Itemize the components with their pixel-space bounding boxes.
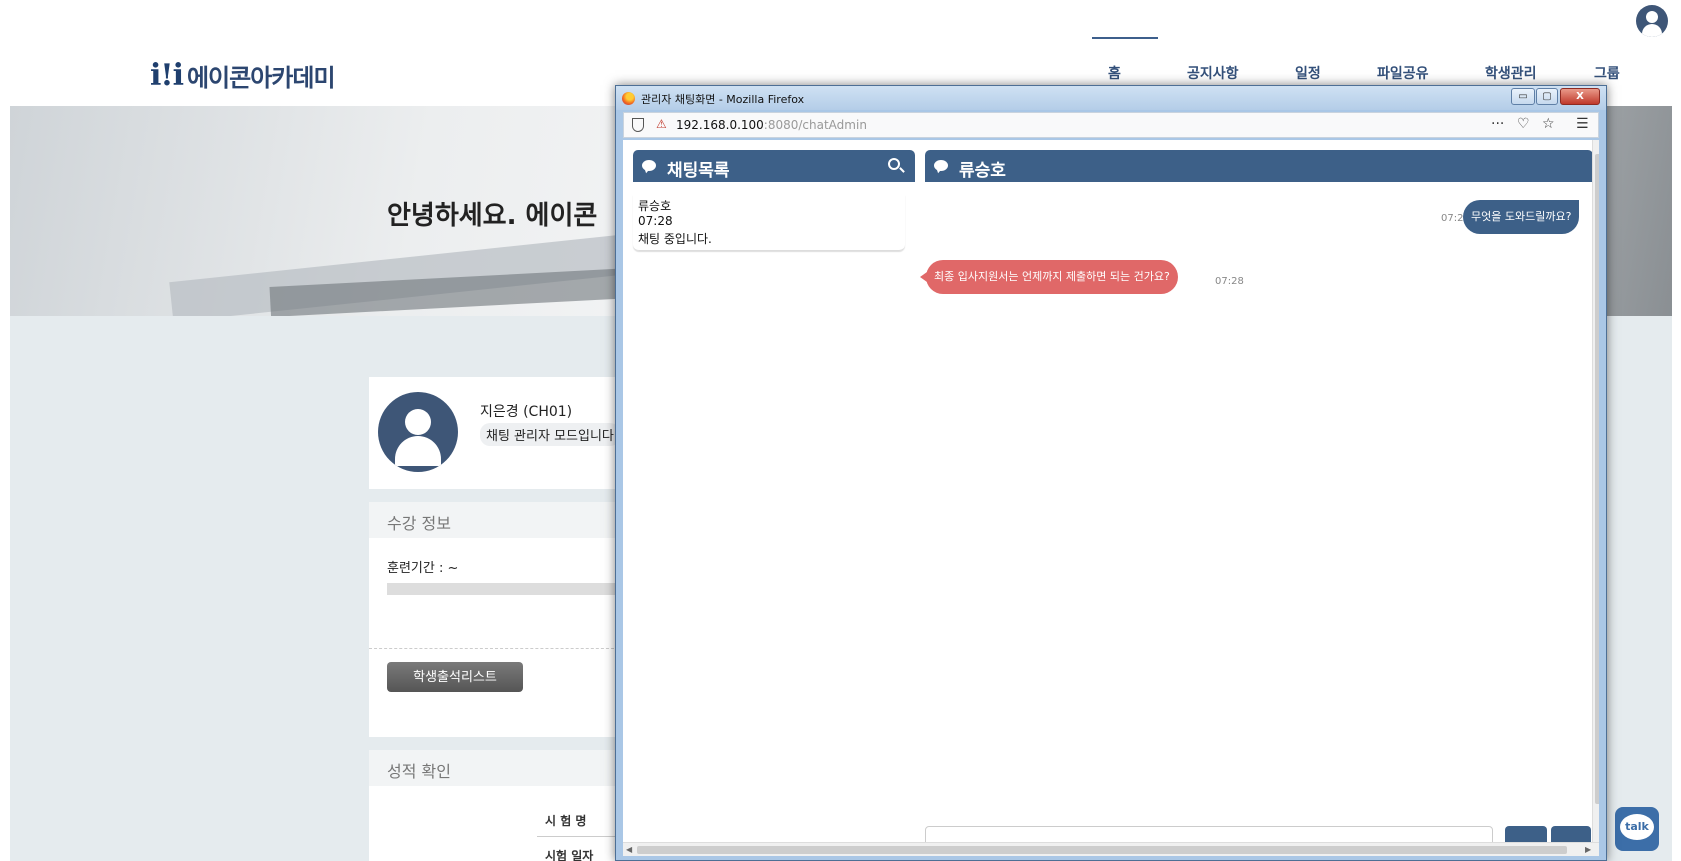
maximize-button[interactable]: ▢ <box>1536 88 1558 105</box>
room-user-name: 류승호 <box>638 199 672 213</box>
vertical-scroll-thumb[interactable] <box>1595 154 1599 804</box>
room-status: 채팅 중입니다. <box>638 232 712 246</box>
exam-date-header: 시험 일자 <box>545 849 594 861</box>
chat-bubble-icon <box>934 160 948 171</box>
message-time: 07:28 <box>1215 276 1244 287</box>
firefox-icon <box>622 92 635 105</box>
course-info-card: 수강 정보 훈련기간 : ~ 학생출석리스트 <box>369 502 619 737</box>
menu-icon[interactable]: ☰ <box>1576 116 1589 132</box>
minimize-button[interactable]: ▭ <box>1511 88 1535 105</box>
divider <box>369 648 619 649</box>
horizontal-scroll-thumb[interactable] <box>637 846 1567 854</box>
search-icon[interactable] <box>888 158 900 170</box>
chat-admin-window: 관리자 채팅화면 - Mozilla Firefox ▭ ▢ X ⚠ 192.1… <box>615 85 1607 861</box>
nav-item-notice[interactable]: 공지사항 <box>1187 63 1239 83</box>
conversation-header: 류승호 <box>925 150 1593 182</box>
chat-bubble-icon <box>642 160 656 171</box>
profile-name: 지은경 (CH01) <box>480 404 573 420</box>
exam-name-header: 시 험 명 <box>545 814 587 828</box>
grade-card: 성적 확인 시 험 명 시험 일자 <box>369 750 619 861</box>
chat-list-title: 채팅목록 <box>667 161 730 181</box>
nav-item-file-share[interactable]: 파일공유 <box>1377 63 1429 83</box>
user-message-bubble: 최종 입사지원서는 언제까지 제출하면 되는 건가요? <box>920 260 1178 294</box>
room-time: 07:28 <box>638 214 673 228</box>
logo-text: 에이콘아카데미 <box>186 64 336 92</box>
send-button[interactable] <box>1551 826 1591 842</box>
window-titlebar[interactable]: 관리자 채팅화면 - Mozilla Firefox ▭ ▢ X <box>616 86 1606 110</box>
divider <box>537 836 619 837</box>
site-logo[interactable]: i!i 에이콘아카데미 <box>150 58 336 93</box>
talk-icon: talk <box>1620 814 1654 840</box>
hero-title: 안녕하세요. 에이콘 <box>387 201 598 231</box>
user-profile-icon[interactable] <box>1636 5 1668 37</box>
tracking-shield-icon[interactable] <box>632 118 644 132</box>
vertical-scrollbar[interactable] <box>1592 140 1599 842</box>
attendance-list-button[interactable]: 학생출석리스트 <box>387 662 523 692</box>
chat-room-item[interactable]: 류승호 07:28 채팅 중입니다. <box>633 195 905 251</box>
nav-active-indicator <box>1092 37 1158 39</box>
bookmark-star-icon[interactable]: ☆ <box>1542 116 1555 132</box>
horizontal-scrollbar[interactable]: ◀ ▶ <box>623 842 1599 856</box>
profile-card: 지은경 (CH01) 채팅 관리자 모드입니다 <box>369 377 620 489</box>
talk-chat-button[interactable]: talk <box>1615 807 1659 851</box>
nav-item-home[interactable]: 홈 <box>1108 63 1121 83</box>
conversation-title: 류승호 <box>959 161 1006 181</box>
close-button[interactable]: X <box>1560 88 1600 105</box>
chat-list-header: 채팅목록 <box>633 150 915 182</box>
message-input[interactable] <box>925 826 1493 842</box>
more-actions-icon[interactable]: ··· <box>1491 116 1504 132</box>
attach-button[interactable] <box>1505 826 1547 842</box>
insecure-lock-icon[interactable]: ⚠ <box>656 117 667 131</box>
nav-item-group[interactable]: 그룹 <box>1594 63 1620 83</box>
nav-item-student-manage[interactable]: 학생관리 <box>1485 63 1537 83</box>
course-progress-bar <box>387 583 619 595</box>
training-period: 훈련기간 : ~ <box>387 561 459 576</box>
scroll-left-arrow-icon[interactable]: ◀ <box>626 845 632 854</box>
logo-mark-icon: i!i <box>150 58 184 93</box>
window-title: 관리자 채팅화면 - Mozilla Firefox <box>641 93 805 106</box>
admin-message-bubble: 무엇을 도와드릴까요? <box>1463 200 1580 234</box>
chat-page-content: 채팅목록 류승호 07:28 채팅 중입니다. 류승호 07:28 무엇을 도와… <box>623 140 1599 842</box>
avatar <box>378 392 458 472</box>
course-info-title: 수강 정보 <box>369 502 619 538</box>
page: i!i 에이콘아카데미 홈 공지사항 일정 파일공유 학생관리 그룹 안녕하세요… <box>0 0 1681 861</box>
nav-item-schedule[interactable]: 일정 <box>1295 63 1321 83</box>
url-text[interactable]: 192.168.0.100:8080/chatAdmin <box>676 118 867 132</box>
address-bar[interactable]: ⚠ 192.168.0.100:8080/chatAdmin ··· ♡ ☆ ☰ <box>623 112 1599 138</box>
grade-title: 성적 확인 <box>369 750 619 786</box>
admin-mode-badge: 채팅 관리자 모드입니다 <box>480 423 620 446</box>
pocket-icon[interactable]: ♡ <box>1517 116 1530 132</box>
scroll-right-arrow-icon[interactable]: ▶ <box>1585 845 1591 854</box>
